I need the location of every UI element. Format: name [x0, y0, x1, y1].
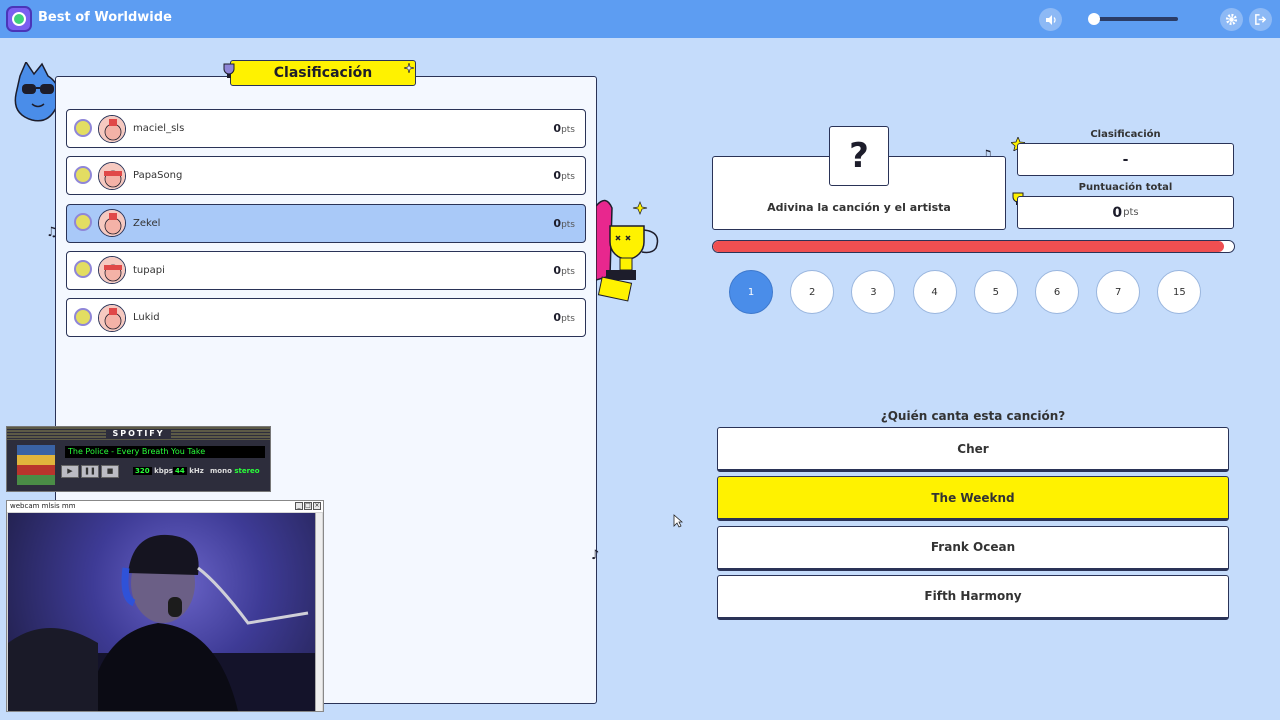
round-indicator: 15 — [1157, 270, 1202, 314]
medal-icon — [72, 211, 94, 235]
music-note-icon: ♫ — [46, 225, 58, 240]
player-score: 0pts — [553, 169, 575, 183]
question-prompt: Adivina la canción y el artista — [767, 201, 951, 214]
app-title: Best of Worldwide — [38, 10, 172, 25]
volume-button[interactable] — [1039, 8, 1062, 31]
spotify-title: SPOTIFY — [106, 429, 171, 438]
minimize-button[interactable]: _ — [295, 502, 303, 510]
player-name: Lukid — [133, 312, 160, 324]
speaker-icon — [1045, 14, 1056, 25]
timer-progress-bar — [712, 240, 1235, 253]
answer-option-button[interactable]: Cher — [717, 427, 1229, 472]
avatar — [98, 303, 126, 332]
trophy-small-icon — [223, 63, 235, 78]
avatar — [98, 114, 126, 143]
settings-button[interactable] — [1220, 8, 1243, 31]
medal-icon — [72, 117, 94, 141]
webcam-window: webcam mlsis mm _ □ × — [6, 500, 324, 712]
samplerate-readout: 44 kHz — [173, 467, 204, 475]
medal-icon — [72, 164, 94, 188]
bitrate-readout: 320 kbps — [133, 467, 173, 475]
total-score-box: 0 pts — [1017, 196, 1234, 229]
webcam-window-title: webcam mlsis mm — [10, 502, 76, 510]
play-button[interactable]: ▶ — [61, 465, 79, 478]
player-name: PapaSong — [133, 170, 183, 182]
answer-option-button[interactable]: Frank Ocean — [717, 525, 1229, 571]
streamer-silhouette — [8, 534, 315, 711]
webcam-feed — [8, 513, 315, 711]
album-art — [17, 445, 55, 485]
close-button[interactable]: × — [313, 502, 321, 510]
pause-button[interactable]: ❚❚ — [81, 465, 99, 478]
music-note-icon: ♪ — [591, 548, 600, 563]
gear-icon — [1225, 13, 1238, 26]
stop-button[interactable]: ■ — [101, 465, 119, 478]
total-score-label: Puntuación total — [1078, 182, 1173, 193]
player-score: 0pts — [553, 263, 575, 277]
total-score-value: 0 — [1112, 204, 1123, 221]
leaderboard-title: Clasificación — [230, 60, 416, 86]
exit-button[interactable] — [1249, 8, 1272, 31]
top-bar: Best of Worldwide — [0, 0, 1280, 38]
maximize-button[interactable]: □ — [304, 502, 312, 510]
leaderboard-row: Lukid 0pts — [66, 298, 586, 338]
avatar — [98, 161, 126, 190]
spotify-player-window: SPOTIFY The Police - Every Breath You Ta… — [6, 426, 271, 492]
sparkle-icon — [404, 63, 414, 73]
player-name: tupapi — [133, 264, 165, 276]
round-indicator: 4 — [912, 270, 957, 314]
avatar — [98, 256, 126, 285]
answer-option-button[interactable]: Fifth Harmony — [717, 574, 1229, 620]
volume-slider[interactable] — [1088, 17, 1178, 21]
medal-icon — [72, 306, 94, 330]
round-indicator: 6 — [1035, 270, 1079, 314]
player-score: 0pts — [553, 216, 575, 230]
mouse-cursor-icon — [673, 514, 683, 528]
now-playing-track: The Police - Every Breath You Take — [65, 446, 265, 458]
leaderboard-row: maciel_sls 0pts — [66, 109, 586, 148]
avatar — [98, 209, 126, 238]
round-indicator: 3 — [851, 270, 896, 314]
rank-value: - — [1122, 151, 1129, 168]
total-score-unit: pts — [1123, 207, 1139, 218]
round-indicator: 7 — [1096, 270, 1141, 314]
question-text: ¿Quién canta esta canción? — [880, 409, 1066, 423]
mystery-song-icon: ? — [829, 126, 889, 186]
player-score: 0pts — [553, 122, 575, 135]
timer-progress-fill — [713, 241, 1224, 252]
app-logo-icon — [6, 6, 32, 32]
round-indicator: 1 — [729, 270, 773, 314]
round-indicator: 5 — [973, 270, 1018, 314]
round-indicator: 2 — [790, 270, 835, 314]
logout-icon — [1255, 14, 1267, 25]
player-score: 0pts — [553, 311, 575, 325]
rank-box: - — [1017, 143, 1234, 176]
webcam-scrollbar[interactable] — [315, 513, 322, 711]
volume-slider-handle[interactable] — [1087, 13, 1100, 25]
rank-label: Clasificación — [1090, 129, 1161, 140]
medal-icon — [72, 258, 94, 282]
trophy-character-icon — [596, 199, 659, 302]
player-name: Zekel — [133, 217, 161, 229]
leaderboard-row: PapaSong 0pts — [66, 156, 586, 196]
player-name: maciel_sls — [133, 123, 185, 134]
leaderboard-row: Zekel 0pts — [66, 203, 586, 243]
channel-mode: mono stereo — [210, 467, 260, 475]
leaderboard-row: tupapi 0pts — [66, 250, 586, 290]
answer-option-button[interactable]: The Weeknd — [717, 476, 1229, 522]
